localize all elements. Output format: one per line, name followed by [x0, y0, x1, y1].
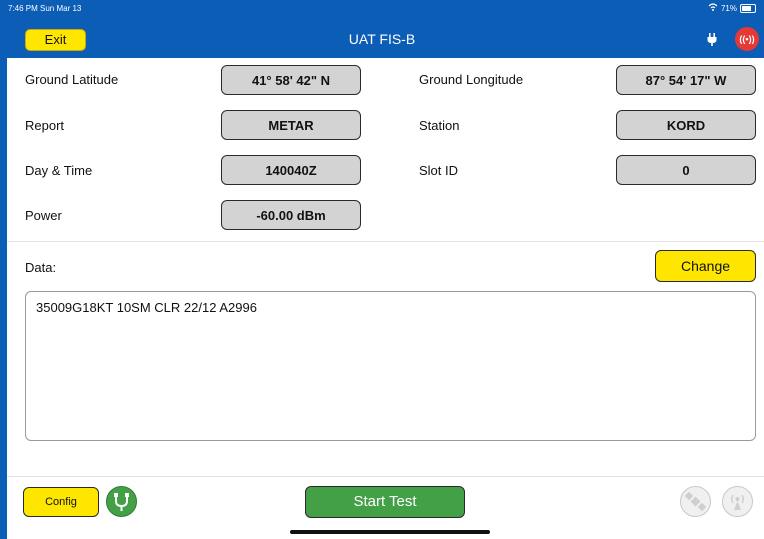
app-header: 7:46 PM Sun Mar 13 71% Exit UAT FIS-B ((… — [0, 0, 764, 58]
data-label: Data: — [25, 260, 57, 275]
battery-percent: 71% — [720, 3, 737, 13]
start-test-button[interactable]: Start Test — [305, 486, 465, 518]
config-button[interactable]: Config — [23, 487, 99, 517]
day-time-field[interactable]: 140040Z — [221, 155, 361, 185]
section-divider — [7, 241, 764, 242]
left-edge-bar — [0, 58, 7, 539]
home-indicator — [290, 530, 490, 534]
page-title: UAT FIS-B — [348, 31, 416, 47]
ground-latitude-label: Ground Latitude — [25, 72, 119, 87]
data-textarea[interactable]: 35009G18KT 10SM CLR 22/12 A2996 — [25, 291, 756, 441]
report-label: Report — [25, 118, 65, 133]
slot-id-field[interactable]: 0 — [616, 155, 756, 185]
power-label: Power — [25, 208, 62, 223]
station-field[interactable]: KORD — [616, 110, 756, 140]
ground-longitude-label: Ground Longitude — [419, 72, 524, 87]
ground-latitude-field[interactable]: 41° 58' 42" N — [221, 65, 361, 95]
antenna-icon[interactable] — [722, 486, 753, 517]
signal-broadcast-icon[interactable]: ((•)) — [735, 27, 759, 51]
day-time-label: Day & Time — [25, 163, 93, 178]
wifi-icon — [708, 3, 718, 13]
footer-divider — [7, 476, 764, 477]
station-label: Station — [419, 118, 460, 133]
ground-longitude-field[interactable]: 87° 54' 17" W — [616, 65, 756, 95]
power-field[interactable]: -60.00 dBm — [221, 200, 361, 230]
status-indicators: 71% — [708, 3, 756, 13]
slot-id-label: Slot ID — [419, 163, 459, 178]
connector-icon[interactable] — [106, 486, 137, 517]
plug-icon — [704, 31, 720, 47]
battery-icon — [740, 3, 756, 13]
satellite-icon[interactable] — [680, 486, 711, 517]
status-time: 7:46 PM Sun Mar 13 — [8, 4, 82, 13]
change-button[interactable]: Change — [655, 250, 756, 282]
report-field[interactable]: METAR — [221, 110, 361, 140]
